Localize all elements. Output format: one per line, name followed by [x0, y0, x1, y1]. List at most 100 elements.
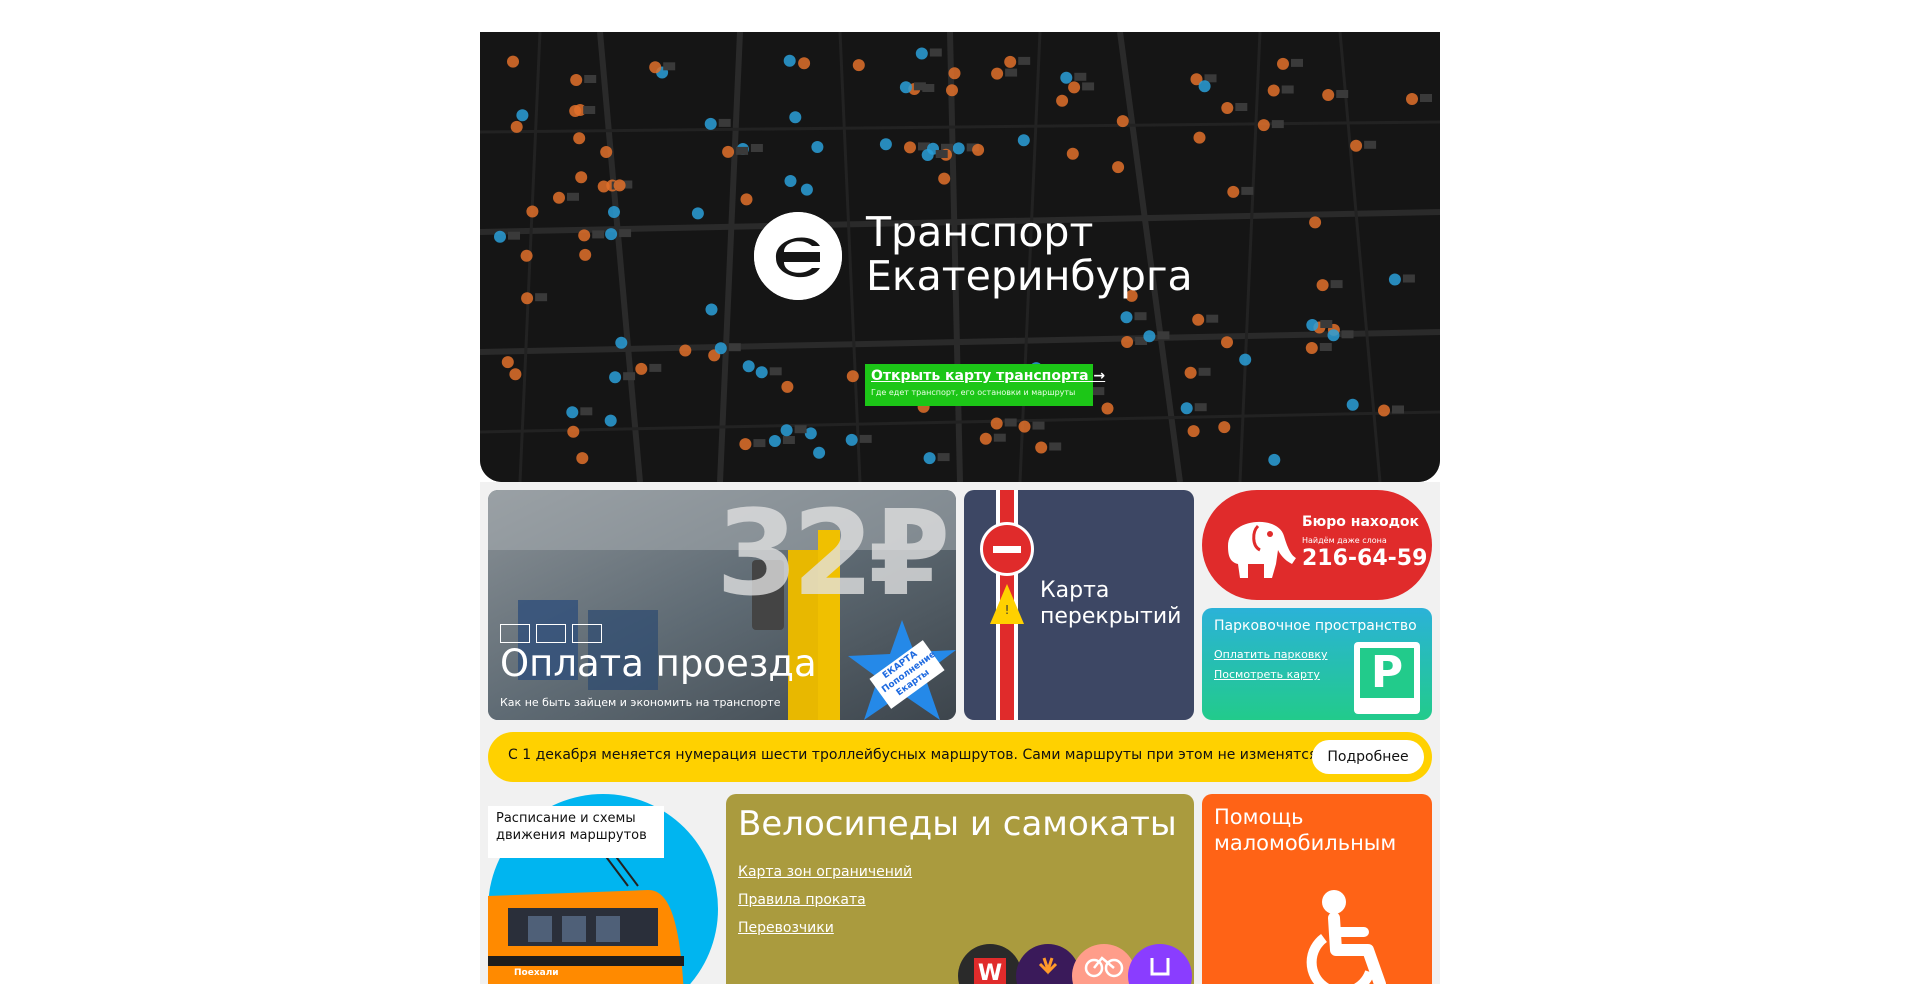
route-number-tag [750, 144, 763, 152]
route-number-tag [1074, 72, 1087, 81]
transport-stop-pin [507, 55, 519, 68]
transport-stop-pin [1227, 185, 1240, 198]
route-number-tag [1004, 418, 1017, 427]
route-number-tag [619, 229, 632, 238]
hero-banner[interactable]: Транспорт Екатеринбурга Открыть карту тр… [480, 32, 1440, 482]
transport-stop-pin [852, 59, 865, 72]
carriers-link[interactable]: Перевозчики [738, 920, 834, 936]
route-number-tag [929, 48, 942, 57]
route-number-tag [649, 363, 662, 372]
transport-stop-pin [742, 360, 755, 373]
scooter-operator-icon [1128, 944, 1192, 984]
transport-stop-pin [569, 105, 582, 117]
transport-stop-pin [1187, 425, 1200, 438]
transport-stop-pin [755, 366, 768, 379]
transport-cards-row [500, 624, 602, 643]
route-number-tag [993, 433, 1006, 442]
open-transport-map-button[interactable]: Открыть карту транспорта → Где едет тран… [865, 364, 1105, 406]
route-number-tag [913, 82, 926, 91]
transport-stop-pin [516, 109, 529, 122]
bike-rental-operator-icon [1072, 944, 1136, 984]
bikes-scooters-title: Велосипеды и самокаты [738, 804, 1177, 844]
fare-payment-subtitle: Как не быть зайцем и экономить на трансп… [500, 696, 781, 709]
parking-title: Парковочное пространство [1214, 618, 1417, 634]
route-number-tag [859, 434, 872, 443]
route-number-tag [508, 231, 520, 240]
parking-map-link[interactable]: Посмотреть карту [1214, 668, 1320, 681]
schedule-title: Расписание и схемы движения маршрутов [488, 806, 664, 858]
transport-stop-pin [576, 452, 589, 465]
route-number-tag [583, 106, 596, 114]
route-number-tag [718, 118, 731, 127]
restriction-zones-map-link[interactable]: Карта зон ограничений [738, 864, 912, 880]
route-number-tag [1032, 421, 1045, 430]
transport-stop-pin [520, 249, 533, 262]
transport-stop-pin [509, 368, 522, 381]
transport-stop-pin [904, 141, 916, 154]
route-number-tag [1241, 186, 1254, 195]
transport-stop-pin [1221, 336, 1233, 349]
transport-stop-pin [1068, 81, 1081, 94]
transport-stop-pin [948, 67, 961, 80]
transport-stop-pin [575, 171, 588, 184]
transport-stop-pin [1112, 161, 1125, 174]
route-number-tag [1319, 343, 1332, 351]
pay-parking-link[interactable]: Оплатить парковку [1214, 648, 1328, 661]
svg-text:!: ! [1005, 603, 1010, 617]
route-number-tag [1291, 58, 1303, 67]
transport-stop-pin [1306, 319, 1319, 331]
transport-stop-pin [740, 193, 753, 206]
wheelchair-icon [1306, 890, 1386, 984]
route-number-tag [623, 372, 636, 381]
route-number-tag [1235, 103, 1248, 111]
transport-stop-pin [573, 132, 586, 145]
accessibility-card[interactable]: Помощь маломобильным [1202, 794, 1432, 984]
route-number-tag [1005, 68, 1018, 77]
transport-stop-pin [1198, 80, 1211, 93]
lost-and-found-card[interactable]: Бюро находок Найдём даже слона 216-64-59 [1202, 490, 1432, 600]
route-number-tag [794, 425, 807, 434]
transport-stop-pin [739, 438, 752, 451]
route-number-tag [663, 62, 676, 71]
transport-stop-pin [615, 336, 628, 349]
transport-stop-pin [1116, 115, 1129, 128]
lost-and-found-phone[interactable]: 216-64-59 [1302, 546, 1427, 571]
schedule-title-line2: движения маршрутов [496, 828, 647, 843]
open-transport-map-link[interactable]: Открыть карту транспорта → [871, 368, 1105, 384]
transport-stop-pin [1066, 147, 1079, 160]
whoosh-operator-letter: W [974, 958, 1006, 984]
open-transport-map-subtitle: Где едет транспорт, его остановки и марш… [871, 388, 1076, 397]
transport-stop-pin [608, 206, 620, 218]
transport-stop-pin [1221, 102, 1234, 114]
accessibility-title-line1: Помощь [1214, 805, 1304, 829]
route-number-tag [1049, 442, 1062, 451]
transport-stop-pin [1180, 402, 1193, 415]
transport-stop-pin [781, 380, 794, 393]
transport-stop-pin [1268, 453, 1281, 466]
route-number-tag [1082, 82, 1095, 91]
transport-stop-pin [979, 432, 992, 445]
road-closures-title-line1: Карта [1040, 578, 1110, 603]
route-number-tag [535, 293, 548, 302]
transport-stop-pin [526, 205, 539, 218]
transport-stop-pin [600, 146, 613, 158]
road-closures-card[interactable]: ! Карта перекрытий [964, 490, 1194, 720]
transport-stop-pin [846, 370, 859, 383]
tram-side-text: Поехали [514, 968, 559, 978]
rental-rules-link[interactable]: Правила проката [738, 892, 866, 908]
transport-stop-pin [679, 344, 692, 357]
transport-stop-pin [915, 47, 928, 60]
transport-stop-pin [1257, 119, 1270, 132]
schedule-card[interactable]: Расписание и схемы движения маршрутов По… [488, 794, 718, 984]
parking-card[interactable]: Парковочное пространство Оплатить парков… [1202, 608, 1432, 720]
transport-stop-pin [1378, 404, 1390, 417]
transport-stop-pin [1346, 398, 1359, 411]
fare-payment-card[interactable]: 32₽ ЕКАРТА Пополнение Екарты Оплата прое… [488, 490, 956, 720]
transport-stop-pin [1184, 366, 1197, 379]
bank-card-icon [536, 624, 566, 643]
transport-stop-pin [1267, 84, 1280, 97]
notice-more-button[interactable]: Подробнее [1312, 740, 1424, 774]
transport-stop-pin [705, 303, 718, 316]
bikes-scooters-card[interactable]: Велосипеды и самокаты Карта зон ограниче… [726, 794, 1194, 984]
tram-icon [488, 846, 684, 984]
